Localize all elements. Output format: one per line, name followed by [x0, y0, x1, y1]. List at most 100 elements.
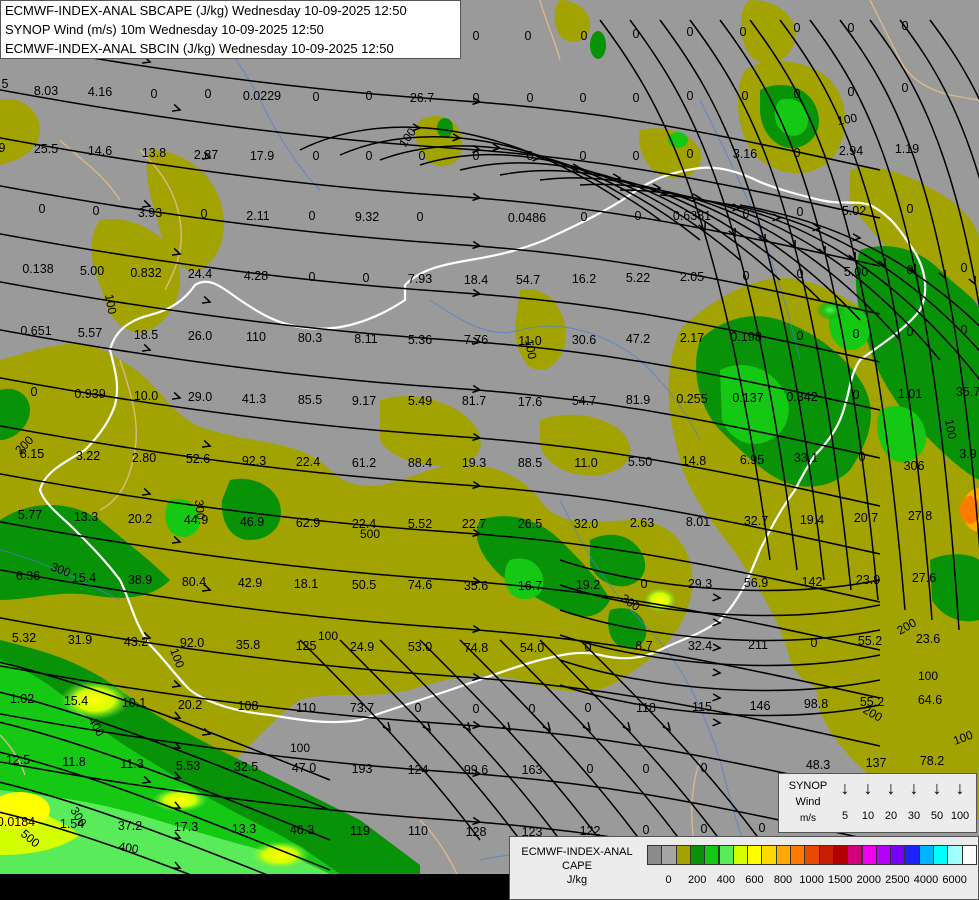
cape-legend-swatch	[718, 845, 734, 865]
cape-value-label: 1.19	[895, 142, 919, 156]
cape-legend: ECMWF-INDEX-ANAL CAPE J/kg 0 200 400 600 800…	[509, 836, 979, 900]
wind-legend-unit: m/s	[799, 813, 817, 824]
contour-label: 500	[360, 527, 380, 541]
cape-value-label: 0	[635, 209, 642, 223]
cape-legend-swatch	[804, 845, 820, 865]
cape-value-label: 43.2	[124, 635, 148, 649]
cape-value-label: 118	[636, 701, 656, 715]
contour-label: 300	[192, 499, 208, 520]
cape-value-label: 19.3	[462, 456, 486, 470]
cape-value-label: 5.77	[18, 508, 42, 522]
cape-value-label: 0.0184	[0, 815, 35, 829]
cape-value-label: 48.3	[806, 758, 830, 772]
cape-value-label: 15.4	[72, 571, 96, 585]
cape-legend-swatch	[689, 845, 706, 865]
cape-value-label: 0	[743, 269, 750, 283]
cape-legend-tick: 200	[688, 874, 707, 886]
cape-legend-tick: 2500	[885, 874, 910, 886]
cape-value-label: 10.1	[122, 696, 146, 710]
cape-legend-swatch	[647, 845, 663, 865]
cape-value-label: 2.05	[680, 270, 704, 284]
cape-value-label: 2.11	[246, 209, 269, 223]
cape-value-label: 26.7	[410, 91, 434, 105]
cape-value-label: 0	[529, 702, 536, 716]
cape-legend-swatch	[890, 845, 906, 865]
cape-legend-tick: 0	[665, 874, 672, 886]
cape-value-label: 18.1	[294, 577, 318, 591]
wind-arrow-icon: ↓	[863, 778, 873, 798]
header-line-cin: ECMWF-INDEX-ANAL SBCIN (J/kg) Wednesday …	[5, 41, 394, 56]
cape-legend-swatch	[904, 845, 920, 865]
cape-value-label: 0	[740, 25, 747, 39]
cape-value-label: 47.0	[292, 761, 316, 775]
cape-value-label: 0	[641, 577, 648, 591]
cape-value-label: 3.16	[733, 147, 757, 161]
cape-value-label: 9	[0, 141, 6, 155]
cape-legend-tick: 800	[773, 874, 793, 886]
cape-value-label: 55.2	[858, 634, 882, 648]
cape-value-label: 26.5	[518, 517, 542, 531]
cape-value-label: 0	[797, 205, 804, 219]
cape-value-label: 5.57	[78, 326, 102, 340]
cape-value-label: 26.0	[188, 329, 212, 343]
cape-value-label: 27.8	[908, 509, 932, 523]
cape-value-label: 0	[473, 702, 480, 716]
cape-value-label: 0	[366, 89, 373, 103]
cape-value-label: 0	[205, 87, 212, 101]
cape-value-label: 33.1	[794, 451, 818, 465]
cape-value-label: 47.2	[626, 332, 650, 346]
cape-legend-swatch	[732, 845, 749, 865]
cape-value-label: 62.9	[296, 516, 320, 530]
cape-value-label: 13.8	[142, 146, 166, 160]
cape-legend-model: ECMWF-INDEX-ANAL	[521, 846, 633, 858]
cape-value-label: 54.7	[516, 273, 540, 287]
cape-value-label: 0	[93, 204, 100, 218]
cape-value-label: 0	[701, 761, 708, 775]
cape-value-label: 35.8	[236, 638, 260, 652]
header-line-cape: ECMWF-INDEX-ANAL SBCAPE (J/kg) Wednesday…	[5, 3, 407, 18]
cape-value-label: 5.52	[408, 517, 432, 531]
cape-value-label: 0	[415, 701, 422, 715]
cape-value-label: 0	[742, 89, 749, 103]
cape-value-label: 1.01	[898, 387, 922, 401]
cape-value-label: 61.2	[352, 456, 376, 470]
cape-value-label: 17.6	[518, 395, 542, 409]
cape-value-label: 146	[750, 699, 771, 713]
wind-speed-label: 10	[861, 810, 875, 822]
cape-value-label: 2.87	[194, 148, 218, 162]
cape-value-label: 23.6	[916, 632, 940, 646]
cape-value-label: 2.17	[680, 331, 704, 345]
cape-value-label: 24.4	[188, 267, 212, 281]
wind-speed-label: 30	[907, 810, 921, 822]
cape-value-label: 2.94	[839, 144, 863, 158]
cape-value-label: 108	[238, 699, 259, 713]
cape-value-label: 0	[794, 87, 801, 101]
cape-value-label: 0	[313, 149, 320, 163]
cape-value-label: 16.2	[572, 272, 596, 286]
cape-value-label: 85.5	[298, 393, 322, 407]
cape-value-label: 41.3	[242, 392, 266, 406]
cape-value-label: 0	[31, 385, 38, 399]
cape-value-label: 0	[525, 29, 532, 43]
cape-value-label: 3.93	[138, 206, 162, 220]
cape-value-label: 20.2	[128, 512, 152, 526]
cape-value-label: 5.50	[628, 455, 652, 469]
cape-value-label: 0	[848, 85, 855, 99]
cape-legend-tick: 400	[716, 874, 735, 886]
cape-value-label: 211	[748, 638, 768, 652]
cape-value-label: 6.36	[16, 569, 40, 583]
wind-arrow-icon: ↓	[932, 778, 942, 798]
cape-value-label: 0	[907, 263, 914, 277]
cape-legend-swatch	[847, 845, 863, 865]
cape-value-label: 7.93	[408, 272, 432, 286]
cape-value-label: 9.32	[355, 210, 379, 224]
cape-value-label: 0	[473, 91, 480, 105]
cape-value-label: 78.2	[920, 754, 944, 768]
contour-label: 100	[318, 629, 338, 643]
wind-arrow-icon: ↓	[886, 778, 896, 798]
cape-value-label: 0	[853, 388, 860, 402]
cape-legend-unit: J/kg	[566, 874, 588, 886]
cape-legend-param: CAPE	[562, 860, 592, 872]
cape-value-label: 0	[633, 91, 640, 105]
cape-value-label: 137	[866, 756, 887, 770]
